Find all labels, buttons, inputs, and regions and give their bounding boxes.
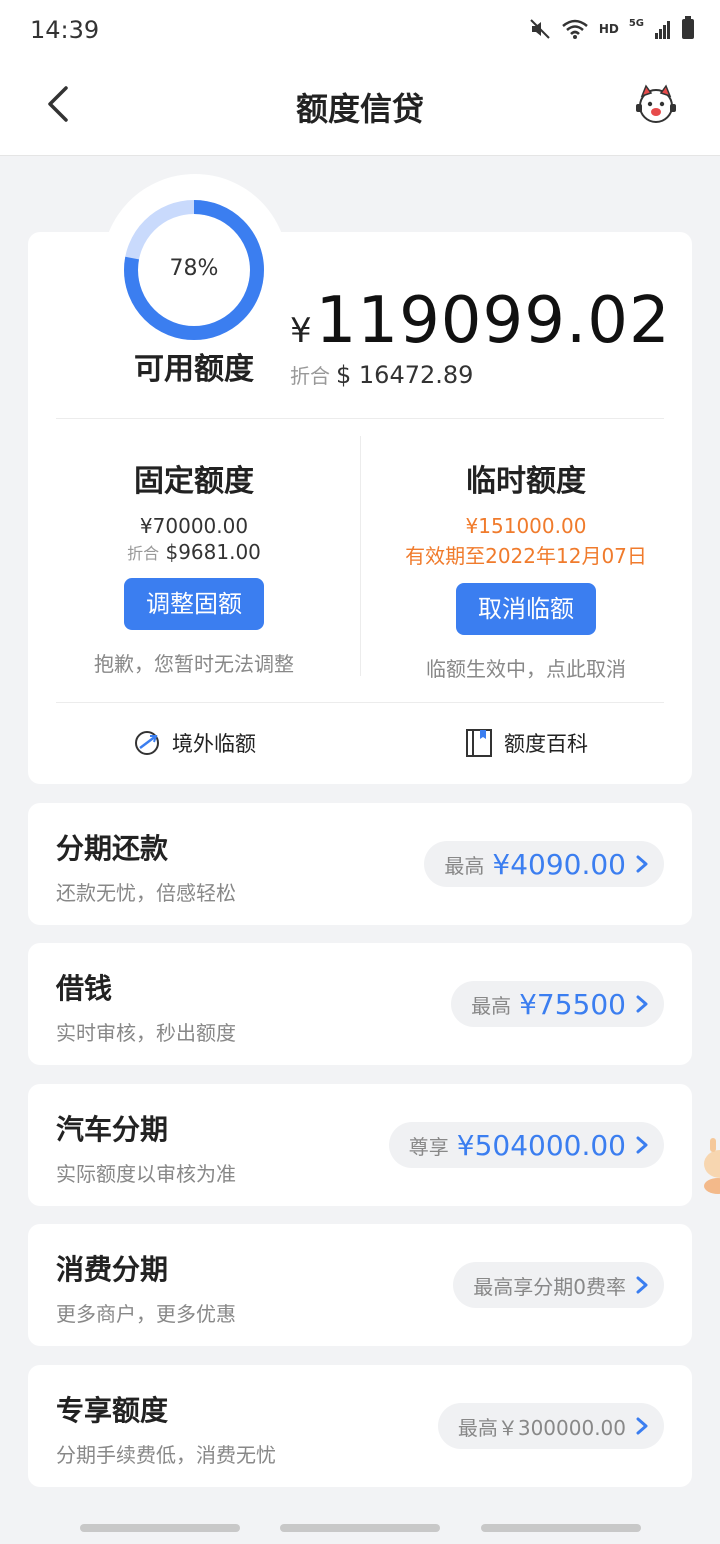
mascot-service-icon[interactable] bbox=[634, 82, 678, 126]
hd-badge: HD bbox=[598, 22, 619, 36]
pill-prefix: 最高享分期0费率 bbox=[473, 1274, 626, 1299]
product-title: 借钱 bbox=[56, 972, 113, 1005]
fixed-limit-section: 固定额度 ¥70000.00 折合 $9681.00 调整固额 抱歉，您暂时无法… bbox=[44, 456, 344, 677]
chevron-right-icon bbox=[636, 855, 648, 873]
product-amount-pill[interactable]: 最高 ¥75500 bbox=[451, 981, 664, 1027]
product-title: 汽车分期 bbox=[56, 1113, 169, 1146]
pill-amount: ¥504000.00 bbox=[456, 1128, 626, 1162]
product-card-installment[interactable]: 分期还款 还款无忧，倍感轻松 最高 ¥4090.00 bbox=[28, 803, 692, 925]
product-title: 专享额度 bbox=[56, 1394, 169, 1427]
product-card-borrow[interactable]: 借钱 实时审核，秒出额度 最高 ¥75500 bbox=[28, 943, 692, 1065]
status-icons: HD 5G bbox=[529, 16, 694, 40]
adjust-fixed-limit-button[interactable]: 调整固额 bbox=[124, 578, 264, 630]
nav-bar: 额度信贷 bbox=[0, 64, 720, 156]
divider bbox=[360, 436, 361, 676]
pill-amount: ¥75500 bbox=[519, 987, 626, 1021]
status-time: 14:39 bbox=[30, 16, 100, 44]
divider bbox=[56, 418, 664, 419]
pill-prefix: 尊享 bbox=[408, 1134, 449, 1159]
product-subtitle: 实时审核，秒出额度 bbox=[56, 1021, 236, 1045]
overseas-link-label: 境外临额 bbox=[172, 732, 256, 756]
mute-icon bbox=[530, 19, 550, 39]
fixed-limit-converted: 折合 $9681.00 bbox=[44, 540, 344, 564]
status-bar: 14:39 HD 5G bbox=[0, 0, 720, 64]
product-title: 分期还款 bbox=[56, 832, 169, 865]
product-card-consumer-installment[interactable]: 消费分期 更多商户，更多优惠 最高享分期0费率 bbox=[28, 1224, 692, 1346]
product-amount-pill[interactable]: 最高￥300000.00 bbox=[437, 1403, 664, 1449]
pill-prefix: 最高 bbox=[444, 853, 485, 878]
temp-limit-validity: 有效期至2022年12月07日 bbox=[405, 544, 647, 568]
currency-symbol: ¥ bbox=[290, 311, 312, 351]
product-subtitle: 更多商户，更多优惠 bbox=[56, 1302, 236, 1326]
cancel-temp-limit-button[interactable]: 取消临额 bbox=[456, 583, 596, 635]
credit-wiki-link[interactable]: 额度百科 bbox=[464, 728, 588, 758]
product-subtitle: 实际额度以审核为准 bbox=[56, 1162, 236, 1186]
nav-gesture-bar-left[interactable] bbox=[80, 1524, 240, 1532]
chevron-right-icon bbox=[636, 995, 648, 1013]
product-amount-pill[interactable]: 尊享 ¥504000.00 bbox=[388, 1122, 664, 1168]
temp-limit-section: 临时额度 ¥151000.00 有效期至2022年12月07日 取消临额 临额生… bbox=[376, 456, 676, 682]
signal-icon bbox=[655, 21, 670, 39]
converted-amount: 折合 $ 16472.89 bbox=[290, 360, 473, 389]
battery-icon bbox=[682, 16, 694, 39]
available-amount: ¥ 119099.02 bbox=[290, 284, 671, 358]
fixed-converted-label: 折合 bbox=[127, 544, 160, 563]
nav-gesture-bar-center[interactable] bbox=[280, 1524, 440, 1532]
fixed-limit-note: 抱歉，您暂时无法调整 bbox=[94, 652, 294, 676]
product-subtitle: 还款无忧，倍感轻松 bbox=[56, 881, 236, 905]
available-amount-value: 119099.02 bbox=[315, 284, 671, 358]
product-card-car-installment[interactable]: 汽车分期 实际额度以审核为准 尊享 ¥504000.00 bbox=[28, 1084, 692, 1206]
globe-plane-icon bbox=[135, 731, 159, 755]
nav-gesture-bar-right[interactable] bbox=[481, 1524, 641, 1532]
page-title: 额度信贷 bbox=[295, 90, 424, 128]
available-label: 可用额度 bbox=[134, 352, 254, 387]
product-title: 消费分期 bbox=[56, 1253, 169, 1286]
product-subtitle: 分期手续费低，消费无忧 bbox=[56, 1443, 276, 1467]
converted-label: 折合 bbox=[290, 364, 330, 388]
fixed-limit-title: 固定额度 bbox=[134, 464, 254, 499]
converted-value: $ 16472.89 bbox=[336, 361, 474, 389]
pill-prefix: 最高 bbox=[471, 993, 512, 1018]
product-amount-pill[interactable]: 最高 ¥4090.00 bbox=[424, 841, 664, 887]
temp-limit-title: 临时额度 bbox=[466, 464, 586, 499]
overseas-temp-limit-link[interactable]: 境外临额 bbox=[132, 728, 256, 758]
temp-limit-amount: ¥151000.00 bbox=[465, 514, 587, 538]
divider bbox=[56, 702, 664, 703]
temp-limit-note[interactable]: 临额生效中，点此取消 bbox=[376, 653, 676, 682]
pill-amount: ¥4090.00 bbox=[492, 847, 626, 881]
wifi-icon bbox=[562, 19, 588, 39]
product-amount-pill[interactable]: 最高享分期0费率 bbox=[453, 1262, 664, 1308]
chevron-right-icon bbox=[636, 1276, 648, 1294]
chevron-right-icon bbox=[636, 1136, 648, 1154]
pill-prefix: 最高￥300000.00 bbox=[457, 1415, 626, 1440]
product-card-exclusive-limit[interactable]: 专享额度 分期手续费低，消费无忧 最高￥300000.00 bbox=[28, 1365, 692, 1487]
chevron-right-icon bbox=[636, 1417, 648, 1435]
fixed-converted-value: $9681.00 bbox=[165, 540, 261, 564]
floating-promo-icon[interactable] bbox=[696, 1124, 720, 1204]
ring-percent: 78% bbox=[169, 256, 219, 281]
fixed-limit-amount: ¥70000.00 bbox=[139, 514, 249, 538]
wiki-link-label: 额度百科 bbox=[504, 732, 588, 756]
book-icon bbox=[466, 729, 492, 757]
5g-badge: 5G bbox=[628, 17, 644, 29]
